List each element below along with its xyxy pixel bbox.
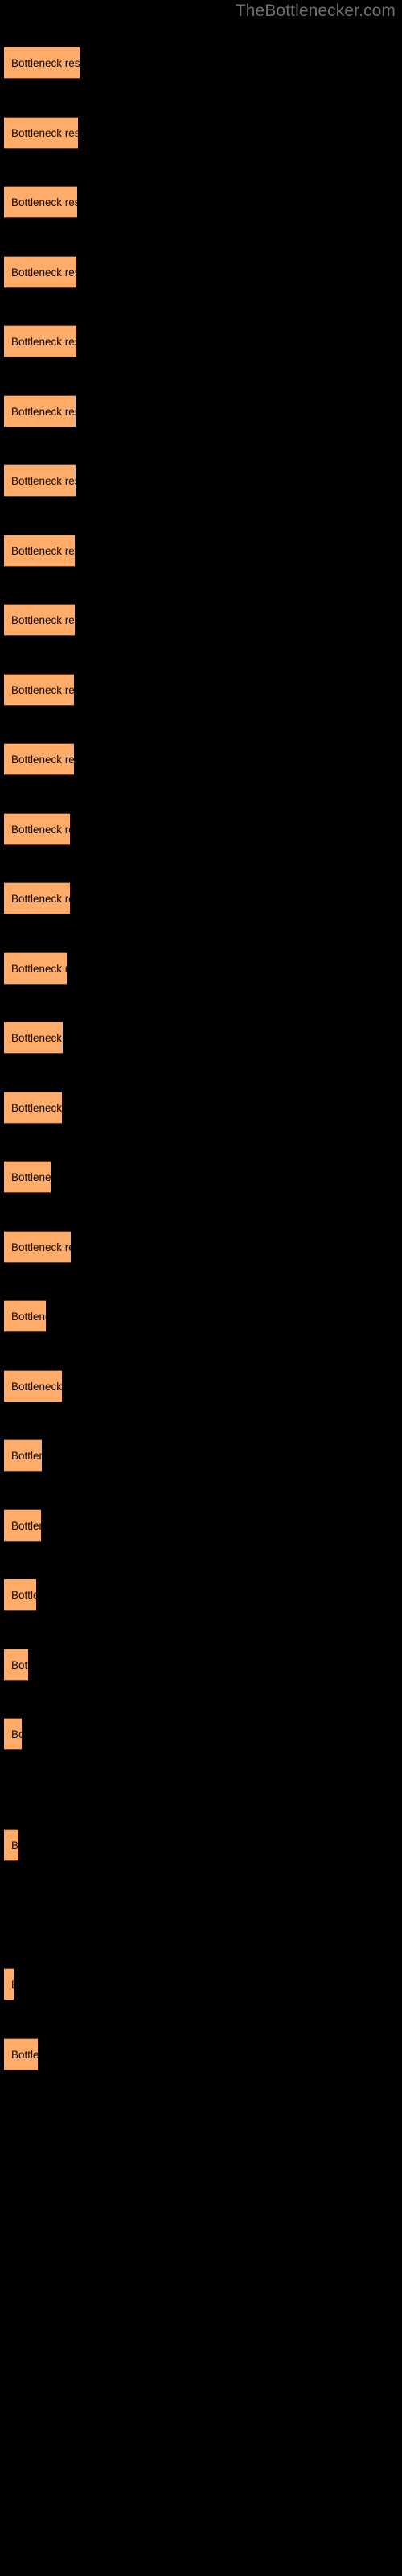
bar-16[interactable]: Bottleneck result — [4, 1092, 62, 1124]
bar-4[interactable]: Bottleneck result — [4, 256, 76, 288]
bar-label: Bottleneck result — [11, 1659, 28, 1671]
bar-19[interactable]: Bottleneck result — [4, 1300, 46, 1332]
bar-14[interactable]: Bottleneck result — [4, 952, 67, 985]
bar-label: Bottleneck result — [11, 824, 70, 836]
bar-label: Bottleneck result — [11, 1728, 22, 1740]
bar-12[interactable]: Bottleneck result — [4, 813, 70, 845]
bar-label: Bottleneck result — [11, 1032, 63, 1044]
bar-label: Bottleneck result — [11, 1102, 62, 1114]
bottleneck-bar-chart: TheBottlenecker.com Bottleneck resultBot… — [0, 0, 402, 2576]
bar-10[interactable]: Bottleneck result — [4, 674, 74, 706]
bar-24[interactable]: Bottleneck result — [4, 1649, 28, 1681]
bar-11[interactable]: Bottleneck result — [4, 743, 74, 775]
bar-label: Bottleneck result — [11, 475, 76, 487]
bar-9[interactable]: Bottleneck result — [4, 604, 75, 636]
bar-label: Bottleneck result — [11, 1839, 18, 1852]
bar-label: Bottleneck result — [11, 57, 80, 69]
bar-26[interactable]: Bottleneck result — [4, 1829, 18, 1861]
bar-17[interactable]: Bottleneck result — [4, 1161, 51, 1193]
bar-label: Bottleneck result — [11, 963, 67, 975]
bar-27[interactable]: Bottleneck result — [4, 1968, 14, 2000]
bar-22[interactable]: Bottleneck result — [4, 1509, 41, 1542]
bar-3[interactable]: Bottleneck result — [4, 186, 77, 218]
bar-label: Bottleneck result — [11, 1589, 36, 1601]
bar-label: Bottleneck result — [11, 336, 76, 348]
bar-13[interactable]: Bottleneck result — [4, 882, 70, 914]
bar-25[interactable]: Bottleneck result — [4, 1718, 22, 1750]
bar-label: Bottleneck result — [11, 406, 76, 418]
bar-label: Bottleneck result — [11, 893, 70, 905]
bar-28[interactable]: Bottleneck result — [4, 2038, 38, 2070]
bar-label: Bottleneck result — [11, 1381, 62, 1393]
bar-20[interactable]: Bottleneck result — [4, 1370, 62, 1402]
bar-21[interactable]: Bottleneck result — [4, 1439, 42, 1472]
bars-layer: Bottleneck result Bottleneck result Bottle… — [0, 0, 402, 2576]
bar-label: Bottleneck result — [11, 1171, 51, 1183]
bar-label: Bottleneck result — [11, 1311, 46, 1323]
bar-18[interactable]: Bottleneck result — [4, 1231, 71, 1263]
bar-label: Bottleneck result — [11, 1241, 71, 1253]
bar-label: Bottleneck result — [11, 196, 77, 208]
bar-label: Bottleneck result — [11, 684, 74, 696]
bar-23[interactable]: Bottleneck result — [4, 1579, 36, 1611]
bar-label: Bottleneck result — [11, 1520, 41, 1532]
bar-label: Bottleneck result — [11, 753, 74, 766]
bar-label: Bottleneck result — [11, 545, 75, 557]
bar-label: Bottleneck result — [11, 614, 75, 626]
bar-7[interactable]: Bottleneck result — [4, 464, 76, 497]
bar-2[interactable]: Bottleneck result — [4, 117, 78, 149]
bar-label: Bottleneck result — [11, 266, 76, 279]
bar-label: Bottleneck result — [11, 2049, 38, 2061]
bar-5[interactable]: Bottleneck result — [4, 325, 76, 357]
bar-label: Bottleneck result — [11, 1450, 42, 1462]
bar-15[interactable]: Bottleneck result — [4, 1022, 63, 1054]
bar-8[interactable]: Bottleneck result — [4, 535, 75, 567]
bar-label: Bottleneck result — [11, 1969, 14, 2000]
bar-label: Bottleneck result — [11, 127, 78, 139]
bar-1[interactable]: Bottleneck result — [4, 47, 80, 79]
bar-6[interactable]: Bottleneck result — [4, 395, 76, 427]
